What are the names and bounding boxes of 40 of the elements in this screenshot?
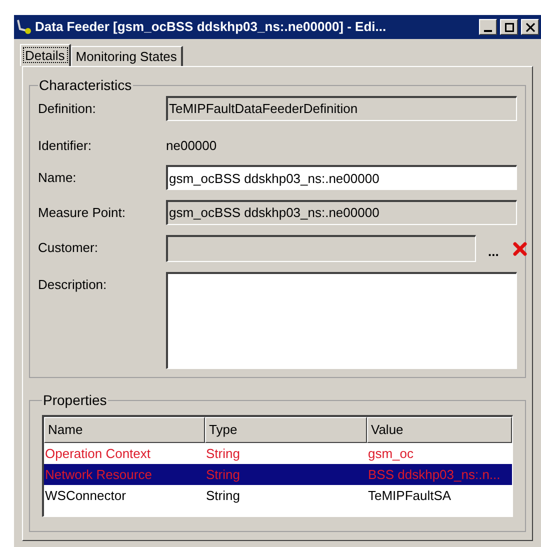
description-field[interactable]: [166, 272, 517, 369]
table-cell-text: String: [205, 444, 241, 463]
table-cell-text: String: [205, 466, 241, 484]
field-label: Name:: [38, 169, 78, 187]
table-cell-text: String: [205, 486, 241, 505]
field-label: Identifier:: [38, 137, 92, 155]
tab[interactable]: Monitoring States: [70, 46, 183, 66]
table-cell-text: Operation Context: [44, 444, 152, 463]
field-label: Description:: [38, 276, 108, 294]
minimize-icon: [484, 30, 492, 32]
column-header[interactable]: Value: [367, 417, 512, 443]
table-cell-text: BSS ddskhp03_ns:.n...: [367, 466, 502, 484]
tab[interactable]: Details: [20, 44, 71, 66]
group-title: Characteristics: [38, 76, 133, 95]
minimize-button[interactable]: [479, 19, 497, 35]
delete-icon[interactable]: [512, 242, 527, 256]
table-cell-text: TeMIPFaultSA: [367, 486, 452, 505]
field-label: Customer:: [38, 239, 99, 257]
customer-field[interactable]: [166, 235, 476, 262]
table-cell-text: gsm_oc: [367, 444, 415, 463]
feeder-icon: [16, 19, 32, 35]
table-row[interactable]: Operation Context String gsm_oc: [44, 443, 512, 464]
maximize-icon: [504, 22, 514, 32]
window-title: Data Feeder [gsm_ocBSS ddskhp03_ns:.ne00000] - Edi...: [35, 18, 388, 36]
close-button[interactable]: [521, 19, 539, 35]
table-cell-text: WSConnector: [44, 486, 127, 505]
name-field[interactable]: gsm_ocBSS ddskhp03_ns:.ne00000: [166, 165, 517, 190]
close-icon: [526, 22, 534, 32]
field-label: Definition:: [38, 100, 97, 118]
maximize-button[interactable]: [500, 19, 518, 35]
table-row[interactable]: WSConnector String TeMIPFaultSA: [44, 485, 512, 506]
column-header[interactable]: Type: [205, 417, 367, 443]
group-title: Properties: [42, 391, 108, 410]
readonly-field: TeMIPFaultDataFeederDefinition: [166, 96, 517, 121]
column-header[interactable]: Name: [44, 417, 205, 443]
readonly-field: gsm_ocBSS ddskhp03_ns:.ne00000: [166, 200, 517, 225]
browse-button[interactable]: ...: [488, 239, 499, 258]
table-cell-text: Network Resource: [44, 466, 153, 484]
field-label: Measure Point:: [38, 204, 126, 222]
identifier-value: ne00000: [166, 137, 217, 155]
